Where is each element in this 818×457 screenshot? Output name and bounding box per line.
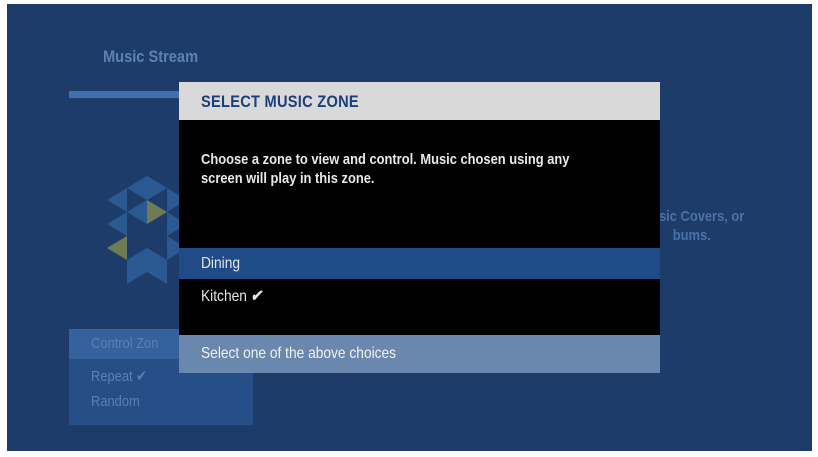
dialog-title: SELECT MUSIC ZONE xyxy=(201,92,359,111)
dialog-footer: Select one of the above choices xyxy=(179,335,660,373)
dialog-footer-hint: Select one of the above choices xyxy=(201,345,397,362)
select-zone-dialog: SELECT MUSIC ZONE Choose a zone to view … xyxy=(179,82,660,373)
zone-option-label: Kitchen ✔ xyxy=(201,286,262,306)
background-description: sic Covers, or bums. xyxy=(659,207,744,245)
background-description-line1: sic Covers, or xyxy=(659,208,745,225)
zone-option-kitchen[interactable]: Kitchen ✔ xyxy=(179,279,660,310)
tv-screen: Music Stream sic Covers, or bums. Contro… xyxy=(7,4,812,451)
checkmark-icon: ✔ xyxy=(250,288,262,305)
hexagon-logo-icon xyxy=(107,176,187,284)
background-menu-repeat: Repeat ✔ xyxy=(91,368,147,385)
zone-option-label: Dining xyxy=(201,255,240,273)
zone-option-text: Dining xyxy=(201,255,241,272)
background-menu-label: Control Zon xyxy=(91,335,159,352)
dialog-message: Choose a zone to view and control. Music… xyxy=(201,151,570,187)
zone-option-dining[interactable]: Dining xyxy=(179,248,660,279)
zone-option-text: Kitchen xyxy=(201,288,247,305)
dialog-header: SELECT MUSIC ZONE xyxy=(179,82,660,120)
background-menu-random: Random xyxy=(91,393,140,410)
background-description-line2: bums. xyxy=(672,227,711,244)
background-progress-bar xyxy=(69,91,189,98)
background-page-title: Music Stream xyxy=(103,47,199,66)
